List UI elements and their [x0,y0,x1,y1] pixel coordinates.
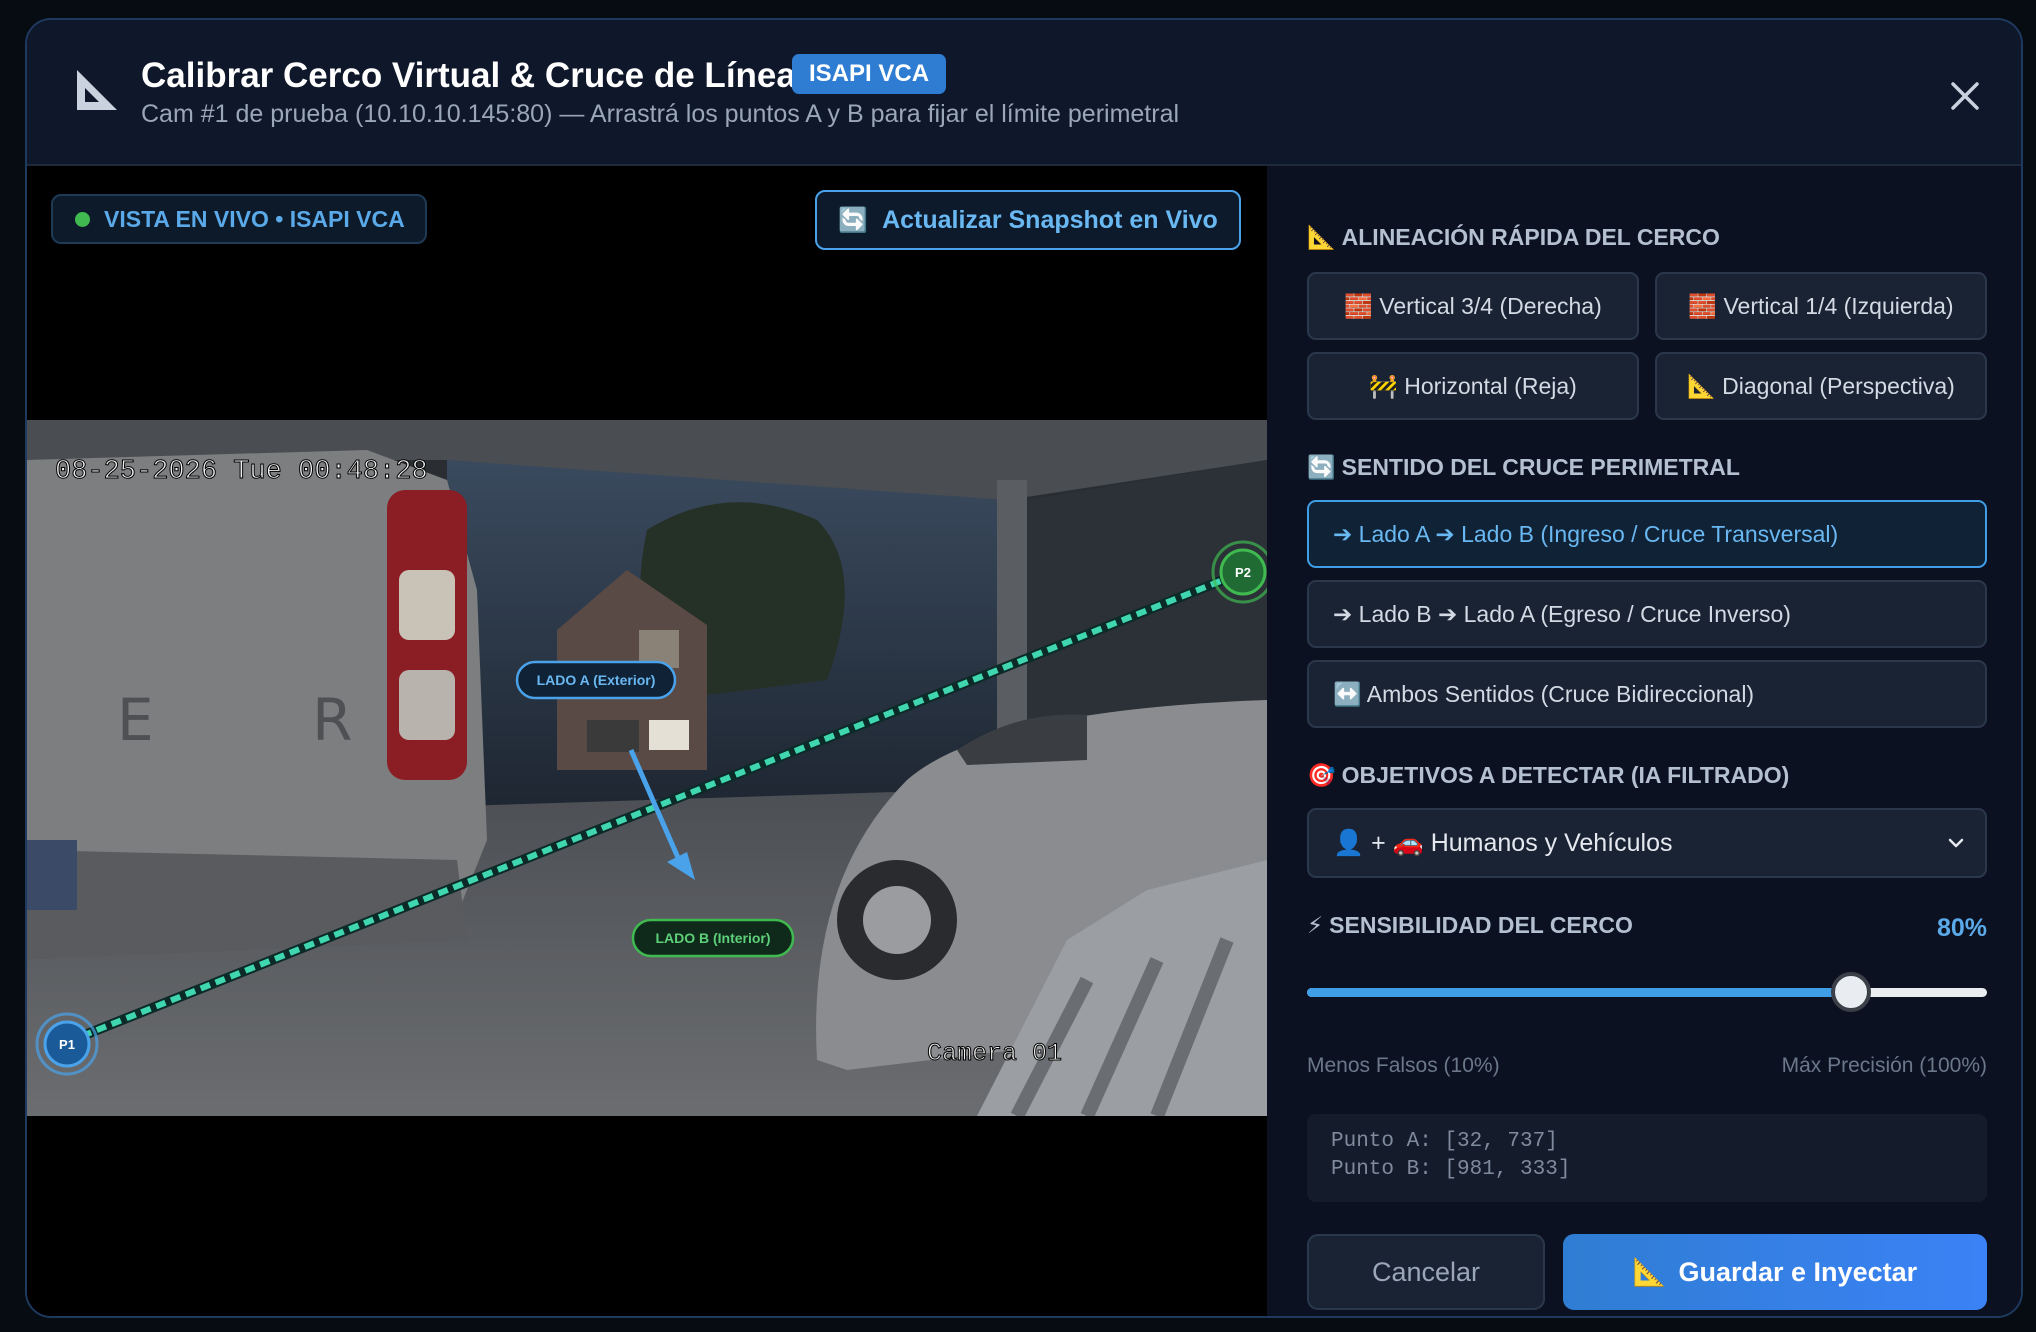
settings-panel: 📐 ALINEACIÓN RÁPIDA DEL CERCO 🧱 Vertical … [1267,166,2021,1316]
car-rim [863,886,931,954]
live-status-dot [75,211,90,227]
side-a-label: LADO A (Exterior) [537,672,656,688]
direction-section-title: 🔄 SENTIDO DEL CRUCE PERIMETRAL [1307,454,1740,480]
save-inject-button[interactable]: 📐 Guardar e Inyectar [1563,1234,1987,1310]
refresh-snapshot-label: Actualizar Snapshot en Vivo [882,205,1218,234]
set-square-icon: 📐 [1687,372,1716,399]
camera-snapshot[interactable]: E R 08-25-2026 Tue 00:48:28 Camera 01 LA… [27,420,1267,1116]
direction-a-to-b-option[interactable]: ➔ Lado A ➔ Lado B (Ingreso / Cruce Trans… [1307,500,1987,568]
sensitivity-min-label: Menos Falsos (10%) [1307,1054,1500,1077]
chevron-down-icon [1948,838,1964,848]
coordinates-readout: Punto A: [32, 737] Punto B: [981, 333] [1307,1114,1987,1202]
brick-icon: 🧱 [1344,292,1373,319]
slider-fill [1307,988,1851,997]
alignment-section-title: 📐 ALINEACIÓN RÁPIDA DEL CERCO [1307,224,1720,250]
set-square-icon [77,70,117,110]
truck-lettering: E R [117,686,422,754]
direction-b-to-a-option[interactable]: ➔ Lado B ➔ Lado A (Egreso / Cruce Invers… [1307,580,1987,648]
point-a-coordinates: Punto A: [32, 737] [1331,1130,1558,1153]
house-gate [587,720,639,752]
license-plate [27,840,77,910]
brick-icon: 🧱 [1688,292,1718,319]
save-inject-label: Guardar e Inyectar [1678,1256,1918,1287]
modal-subtitle: Cam #1 de prueba (10.10.10.145:80) — Arr… [141,100,1180,128]
set-square-icon: 📐 [1307,224,1336,250]
align-vertical-right-button[interactable]: 🧱 Vertical 3/4 (Derecha) [1307,272,1639,340]
align-diagonal-button[interactable]: 📐 Diagonal (Perspectiva) [1655,352,1987,420]
refresh-icon: 🔄 [838,206,869,234]
calibration-modal: Calibrar Cerco Virtual & Cruce de Línea … [25,18,2023,1318]
objects-select[interactable]: 👤 + 🚗 Humanos y Vehículos [1307,808,1987,878]
live-view-badge: VISTA EN VIVO • ISAPI VCA [51,194,427,244]
point2-label: P2 [1235,565,1251,580]
direction-bidirectional-option[interactable]: ↔️ Ambos Sentidos (Cruce Bidireccional) [1307,660,1987,728]
camera-preview-panel: VISTA EN VIVO • ISAPI VCA 🔄 Actualizar S… [27,166,1267,1316]
construction-icon: 🚧 [1369,372,1398,399]
target-icon: 🎯 [1307,762,1336,788]
sensitivity-max-label: Máx Precisión (100%) [1781,1054,1987,1077]
live-view-label: VISTA EN VIVO • ISAPI VCA [104,205,405,232]
slider-thumb[interactable] [1831,972,1871,1012]
sensitivity-slider[interactable] [1307,970,1987,1014]
sensitivity-section-title: ⚡ SENSIBILIDAD DEL CERCO [1307,912,1633,938]
point1-label: P1 [59,1037,75,1052]
osd-camera-label: Camera 01 [927,1039,1062,1068]
side-b-label: LADO B (Interior) [655,930,770,946]
modal-title: Calibrar Cerco Virtual & Cruce de Línea [141,56,796,95]
modal-header: Calibrar Cerco Virtual & Cruce de Línea … [27,20,2021,166]
point-b-coordinates: Punto B: [981, 333] [1331,1158,1571,1181]
align-horizontal-button[interactable]: 🚧 Horizontal (Reja) [1307,352,1639,420]
truck-taillight-lens [399,570,455,640]
sensitivity-value: 80% [1936,914,1987,942]
lightning-icon: ⚡ [1307,912,1324,938]
align-vertical-left-button[interactable]: 🧱 Vertical 1/4 (Izquierda) [1655,272,1987,340]
isapi-badge: ISAPI VCA [792,54,947,94]
refresh-icon: 🔄 [1307,454,1336,480]
refresh-snapshot-button[interactable]: 🔄 Actualizar Snapshot en Vivo [815,190,1241,250]
house-light [649,720,689,750]
close-icon[interactable] [1941,72,1989,120]
set-square-icon: 📐 [1632,1257,1667,1287]
cancel-button[interactable]: Cancelar [1307,1234,1545,1310]
objects-section-title: 🎯 OBJETIVOS A DETECTAR (IA FILTRADO) [1307,762,1790,788]
objects-select-value: 👤 + 🚗 Humanos y Vehículos [1333,828,1673,857]
osd-timestamp: 08-25-2026 Tue 00:48:28 [55,457,428,487]
